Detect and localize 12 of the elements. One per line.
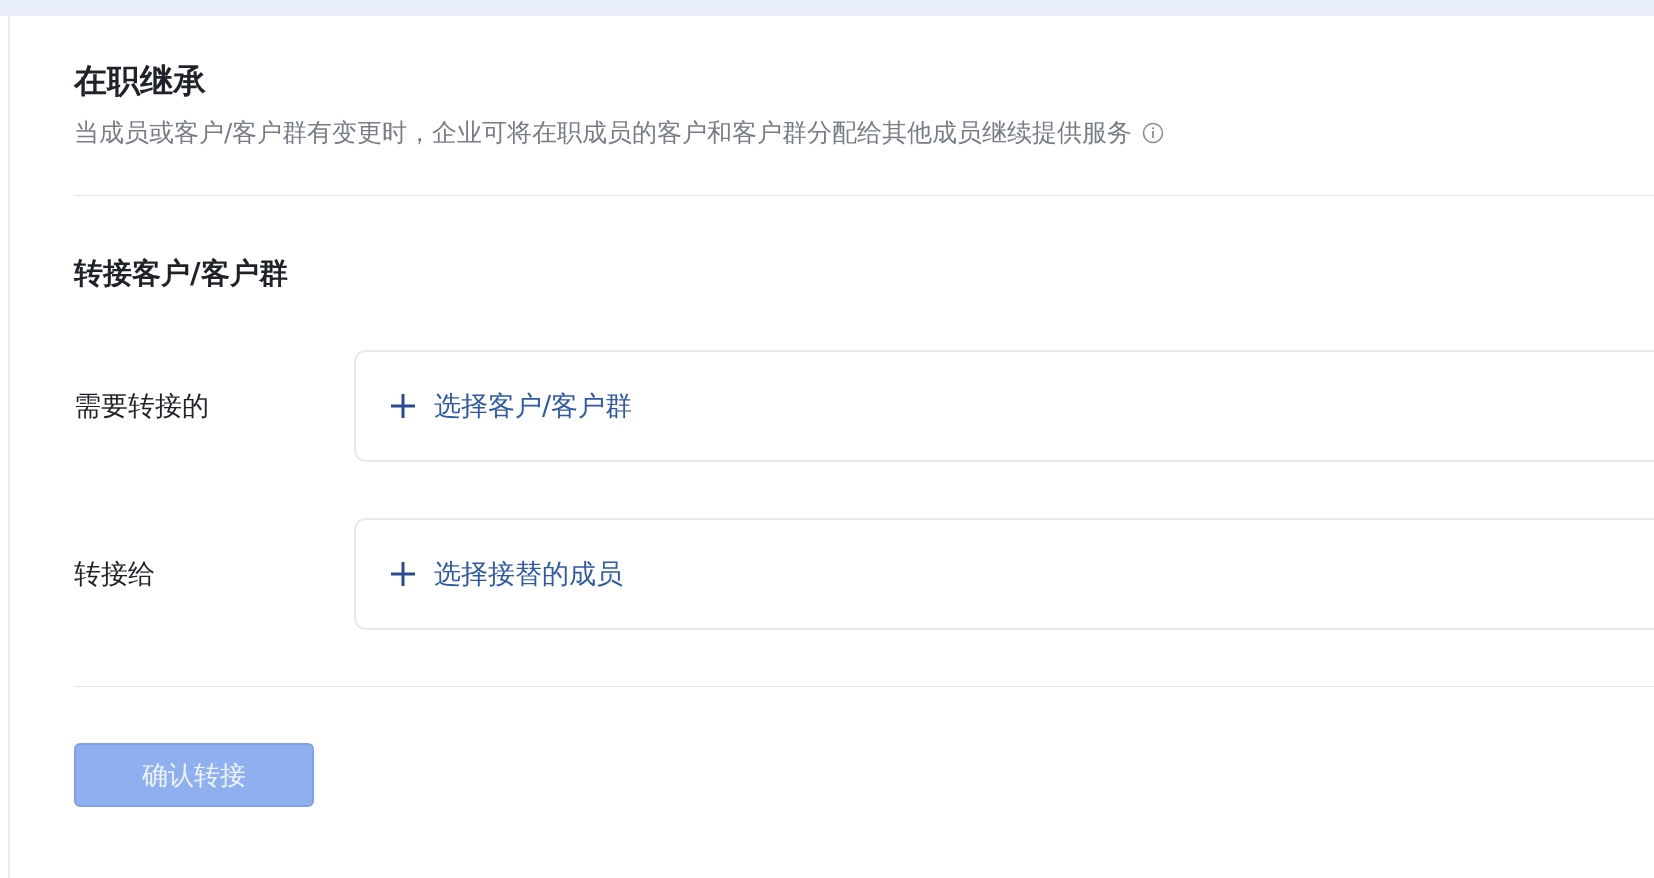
plus-icon bbox=[390, 393, 416, 420]
section-title: 转接客户/客户群 bbox=[74, 255, 289, 293]
page-title: 在职继承 bbox=[74, 60, 207, 102]
select-prompt: 选择客户/客户群 bbox=[434, 389, 633, 424]
select-prompt: 选择接替的成员 bbox=[434, 557, 623, 592]
page-description: 当成员或客户/客户群有变更时，企业可将在职成员的客户和客户群分配给其他成员继续提供服务 bbox=[74, 117, 1133, 150]
select-field[interactable]: 选择客户/客户群 bbox=[354, 350, 1654, 463]
info-icon[interactable] bbox=[1142, 121, 1165, 144]
select-field[interactable]: 选择接替的成员 bbox=[354, 518, 1654, 631]
field-label: 需要转接的 bbox=[74, 389, 210, 424]
field-label: 转接给 bbox=[74, 557, 156, 592]
plus-icon bbox=[390, 561, 416, 588]
